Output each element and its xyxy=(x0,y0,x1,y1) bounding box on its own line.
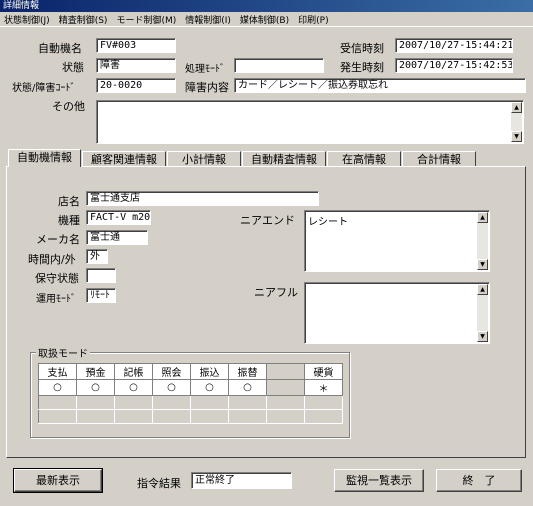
mode-value: ○ xyxy=(114,379,153,396)
scroll-up-icon[interactable]: ▲ xyxy=(511,102,522,113)
tab-auto-inspection-info[interactable]: 自動精査情報 xyxy=(242,151,326,167)
window-title: 詳細情報 xyxy=(0,0,533,12)
mode-value: ○ xyxy=(152,379,191,396)
store-field[interactable]: 富士通支店 xyxy=(86,191,319,206)
menu-media-control[interactable]: 媒体制御(B) xyxy=(240,13,289,26)
mode-header: 照会 xyxy=(152,363,191,380)
tab-balance-info[interactable]: 在高情報 xyxy=(327,151,401,167)
mode-cell-empty xyxy=(114,409,153,424)
mode-value: ○ xyxy=(190,379,229,396)
menu-mode-control[interactable]: モード制御(M) xyxy=(116,13,176,26)
operation-mode-field[interactable]: ﾘﾓｰﾄ xyxy=(86,288,116,303)
mode-value xyxy=(266,379,305,396)
received-time-label: 受信時刻 xyxy=(340,42,384,55)
status-code-label: 状態/障害ｺｰﾄﾞ xyxy=(12,83,76,94)
mode-cell-empty xyxy=(152,395,191,410)
mode-table: 支払 預金 記帳 照会 振込 振替 硬貨 ○ ○ ○ ○ ○ ○ ＊ xyxy=(38,363,343,424)
mode-header: 支払 xyxy=(38,363,77,380)
hours-label: 時間内/外 xyxy=(28,253,76,266)
tab-strip: 自動機情報 顧客関連情報 小計情報 自動精査情報 在高情報 合計情報 xyxy=(8,149,477,167)
menu-info-control[interactable]: 情報制御(I) xyxy=(185,13,231,26)
mode-value: ○ xyxy=(38,379,77,396)
maker-label: メーカ名 xyxy=(36,233,80,246)
tab-machine-info[interactable]: 自動機情報 xyxy=(8,149,81,167)
other-textarea[interactable]: ▲ ▼ xyxy=(96,100,524,144)
mode-group-label: 取扱モード xyxy=(36,345,90,360)
machine-name-field[interactable]: FV#003 xyxy=(96,38,176,53)
near-end-textarea[interactable]: レシート ▲ ▼ xyxy=(304,210,490,272)
model-field[interactable]: FACT-V m20 xyxy=(86,210,151,225)
operation-mode-label: 運用ﾓｰﾄﾞ xyxy=(36,294,76,305)
near-end-label: ニアエンド xyxy=(240,214,295,227)
occurred-time-field[interactable]: 2007/10/27-15:42:53 xyxy=(395,58,513,73)
mode-cell-empty xyxy=(190,395,229,410)
mode-cell-empty xyxy=(38,409,77,424)
process-mode-field[interactable] xyxy=(234,58,324,73)
hours-field[interactable]: 外 xyxy=(86,249,108,264)
scroll-up-icon[interactable]: ▲ xyxy=(477,212,488,223)
status-field[interactable]: 障害 xyxy=(96,58,176,73)
machine-name-label: 自動機名 xyxy=(38,42,82,55)
mode-cell-empty xyxy=(76,395,115,410)
refresh-button[interactable]: 最新表示 xyxy=(13,468,103,493)
mode-value: ○ xyxy=(228,379,267,396)
other-scrollbar[interactable]: ▲ ▼ xyxy=(511,102,522,142)
scroll-down-icon[interactable]: ▼ xyxy=(477,331,488,342)
occurred-time-label: 発生時刻 xyxy=(340,61,384,74)
status-code-field[interactable]: 20-0020 xyxy=(96,78,176,93)
fault-detail-field[interactable]: カード／レシート／振込券取忘れ xyxy=(234,78,526,93)
mode-cell-empty xyxy=(266,395,305,410)
monitor-list-button[interactable]: 監視一覧表示 xyxy=(334,469,424,492)
near-full-label: ニアフル xyxy=(254,286,298,299)
menu-print[interactable]: 印刷(P) xyxy=(298,13,328,26)
near-end-text: レシート xyxy=(308,217,348,228)
mode-cell-empty xyxy=(76,409,115,424)
maker-field[interactable]: 富士通 xyxy=(86,230,148,245)
process-mode-label: 処理ﾓｰﾄﾞ xyxy=(185,64,225,75)
command-result-field[interactable]: 正常終了 xyxy=(191,472,292,489)
mode-cell-empty xyxy=(152,409,191,424)
tab-total-info[interactable]: 合計情報 xyxy=(402,151,476,167)
mode-header: 振込 xyxy=(190,363,229,380)
command-result-label: 指令結果 xyxy=(137,477,181,490)
menu-status-control[interactable]: 状態制御(J) xyxy=(4,13,50,26)
close-button[interactable]: 終 了 xyxy=(436,469,522,492)
status-label: 状態 xyxy=(62,61,84,74)
maintenance-field[interactable] xyxy=(86,268,116,283)
mode-cell-empty xyxy=(228,395,267,410)
tab-subtotal-info[interactable]: 小計情報 xyxy=(167,151,241,167)
mode-header: 記帳 xyxy=(114,363,153,380)
menu-bar: 状態制御(J) 精査制御(S) モード制御(M) 情報制御(I) 媒体制御(B)… xyxy=(0,12,533,27)
mode-cell-empty xyxy=(114,395,153,410)
mode-cell-empty xyxy=(38,395,77,410)
mode-header xyxy=(266,363,305,380)
mode-cell-empty xyxy=(304,409,343,424)
mode-header: 振替 xyxy=(228,363,267,380)
mode-header: 預金 xyxy=(76,363,115,380)
tab-customer-info[interactable]: 顧客関連情報 xyxy=(82,151,166,167)
fault-detail-label: 障害内容 xyxy=(185,81,229,94)
model-label: 機種 xyxy=(58,214,80,227)
menu-inspection-control[interactable]: 精査制御(S) xyxy=(59,13,108,26)
scroll-down-icon[interactable]: ▼ xyxy=(511,131,522,142)
near-full-scrollbar[interactable]: ▲ ▼ xyxy=(477,284,488,342)
mode-cell-empty xyxy=(228,409,267,424)
mode-cell-empty xyxy=(190,409,229,424)
near-end-scrollbar[interactable]: ▲ ▼ xyxy=(477,212,488,270)
mode-value: ＊ xyxy=(304,379,343,396)
store-label: 店名 xyxy=(58,195,80,208)
mode-cell-empty xyxy=(304,395,343,410)
scroll-up-icon[interactable]: ▲ xyxy=(477,284,488,295)
maintenance-label: 保守状態 xyxy=(35,272,79,285)
mode-value: ○ xyxy=(76,379,115,396)
mode-header: 硬貨 xyxy=(304,363,343,380)
mode-cell-empty xyxy=(266,409,305,424)
received-time-field[interactable]: 2007/10/27-15:44:21 xyxy=(395,38,513,53)
other-label: その他 xyxy=(52,100,85,113)
scroll-down-icon[interactable]: ▼ xyxy=(477,259,488,270)
near-full-textarea[interactable]: ▲ ▼ xyxy=(304,282,490,344)
